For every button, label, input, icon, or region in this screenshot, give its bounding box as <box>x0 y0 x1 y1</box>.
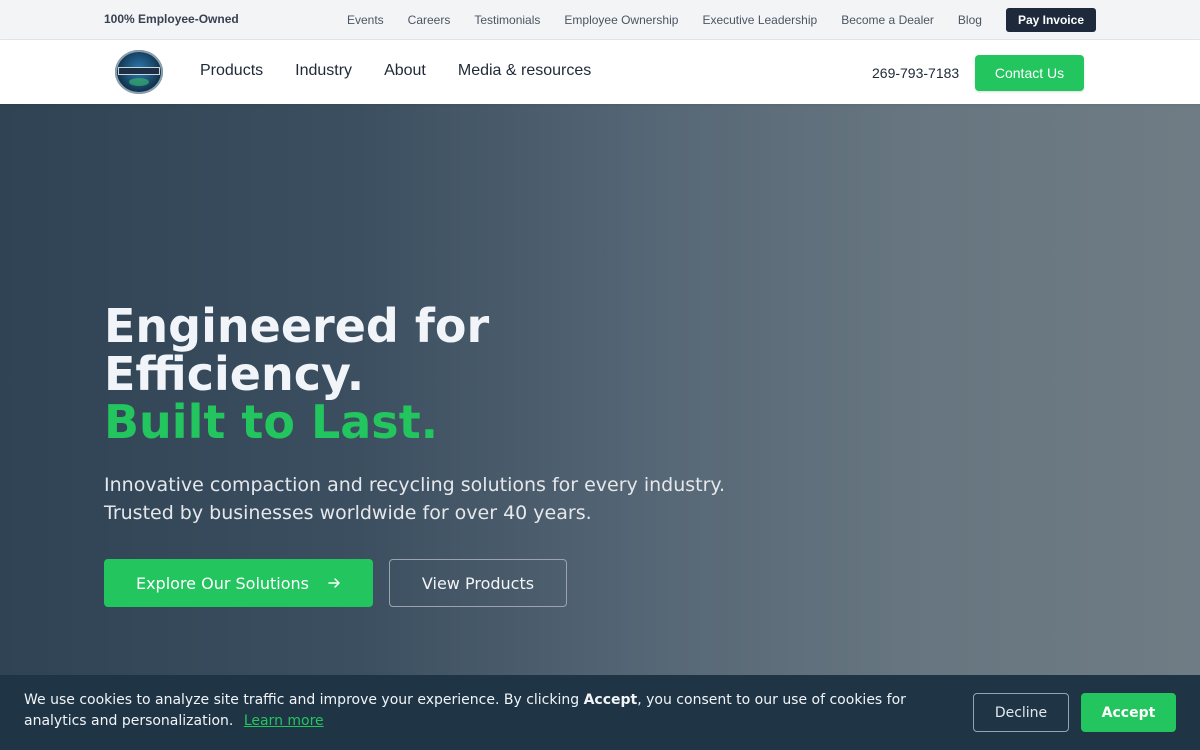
hero-subtitle: Innovative compaction and recycling solu… <box>104 471 804 527</box>
arrow-right-icon <box>328 578 340 588</box>
hero-title: Engineered for Efficiency. Built to Last… <box>104 302 624 446</box>
pay-invoice-button[interactable]: Pay Invoice <box>1005 8 1096 32</box>
utility-links: Events Careers Testimonials Employee Own… <box>347 8 1096 32</box>
cookie-banner: We use cookies to analyze site traffic a… <box>0 675 1200 750</box>
logo-band <box>118 67 160 75</box>
learn-more-link[interactable]: Learn more <box>244 713 324 729</box>
company-logo[interactable] <box>115 50 163 94</box>
hero-title-line2: Built to Last. <box>104 395 439 449</box>
nav-media-resources[interactable]: Media & resources <box>458 62 591 80</box>
accept-button[interactable]: Accept <box>1081 693 1176 732</box>
view-products-button[interactable]: View Products <box>389 559 567 607</box>
explore-solutions-label: Explore Our Solutions <box>135 573 310 593</box>
primary-nav: Products Industry About Media & resource… <box>200 62 591 80</box>
link-become-dealer[interactable]: Become a Dealer <box>841 13 934 27</box>
decline-button[interactable]: Decline <box>973 693 1069 732</box>
link-testimonials[interactable]: Testimonials <box>474 13 540 27</box>
contact-us-button[interactable]: Contact Us <box>975 55 1084 91</box>
cookie-text-accept: Accept <box>583 692 638 708</box>
link-careers[interactable]: Careers <box>408 13 451 27</box>
logo-glow <box>129 78 149 86</box>
main-navbar: Products Industry About Media & resource… <box>0 40 1200 104</box>
nav-industry[interactable]: Industry <box>295 62 352 80</box>
employee-owned-badge: 100% Employee-Owned <box>104 12 239 26</box>
cookie-message: We use cookies to analyze site traffic a… <box>24 690 954 732</box>
link-employee-ownership[interactable]: Employee Ownership <box>564 13 678 27</box>
hero-section: Engineered for Efficiency. Built to Last… <box>0 104 1200 750</box>
utility-bar: 100% Employee-Owned Events Careers Testi… <box>0 0 1200 40</box>
explore-solutions-button[interactable]: Explore Our Solutions <box>104 559 373 607</box>
link-blog[interactable]: Blog <box>958 13 982 27</box>
cookie-text-before: We use cookies to analyze site traffic a… <box>24 692 584 708</box>
hero-title-line1: Engineered for Efficiency. <box>104 299 490 401</box>
hero-subtitle-line1: Innovative compaction and recycling solu… <box>104 474 725 496</box>
nav-products[interactable]: Products <box>200 62 263 80</box>
phone-number[interactable]: 269-793-7183 <box>872 65 959 81</box>
nav-about[interactable]: About <box>384 62 426 80</box>
link-events[interactable]: Events <box>347 13 384 27</box>
link-executive-leadership[interactable]: Executive Leadership <box>702 13 817 27</box>
hero-subtitle-line2: Trusted by businesses worldwide for over… <box>104 502 592 524</box>
